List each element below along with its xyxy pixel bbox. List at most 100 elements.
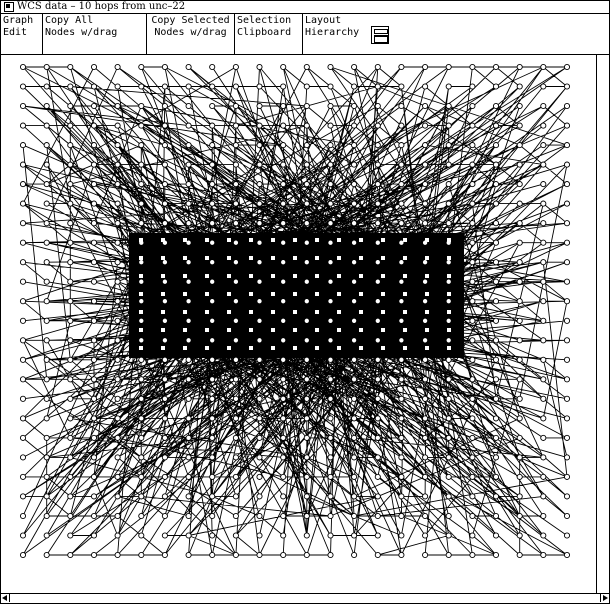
graph-node bbox=[445, 434, 452, 441]
graph-node bbox=[256, 200, 263, 207]
core-node bbox=[337, 292, 341, 296]
graph-node bbox=[398, 122, 405, 129]
core-node bbox=[183, 238, 187, 242]
graph-node bbox=[232, 434, 239, 441]
close-box-icon[interactable] bbox=[4, 2, 14, 12]
copy-selected-button[interactable]: Copy Selected Nodes w/drag bbox=[147, 14, 235, 54]
graph-node bbox=[19, 63, 27, 71]
selection-clipboard-button[interactable]: Selection Clipboard bbox=[235, 14, 303, 54]
graph-node bbox=[114, 317, 121, 324]
graph-node bbox=[161, 532, 168, 539]
graph-node bbox=[398, 454, 405, 461]
graph-node bbox=[43, 298, 50, 305]
graph-node bbox=[327, 200, 334, 207]
graph-node bbox=[327, 512, 334, 520]
horizontal-scrollbar[interactable] bbox=[1, 593, 609, 603]
graph-node bbox=[114, 512, 121, 520]
graph-node bbox=[43, 551, 50, 559]
core-node bbox=[447, 328, 451, 332]
graph-node bbox=[422, 122, 429, 129]
core-node bbox=[161, 292, 165, 296]
graph-node bbox=[161, 102, 168, 110]
graph-node bbox=[90, 356, 98, 363]
graph-edit-button[interactable]: Graph Edit bbox=[1, 14, 43, 54]
graph-node bbox=[422, 415, 429, 422]
graph-node bbox=[256, 337, 263, 344]
scroll-left-arrow-icon[interactable] bbox=[1, 594, 10, 602]
graph-node bbox=[469, 259, 476, 266]
graph-node bbox=[563, 376, 571, 383]
graph-node bbox=[114, 298, 121, 305]
core-node bbox=[249, 328, 253, 332]
graph-node bbox=[327, 473, 334, 480]
graph-node bbox=[114, 220, 121, 227]
graph-node bbox=[327, 493, 334, 500]
core-node bbox=[227, 328, 231, 332]
graph-node bbox=[398, 200, 405, 207]
graph-node bbox=[185, 142, 192, 149]
graph-node bbox=[303, 415, 310, 422]
graph-node bbox=[374, 337, 381, 344]
graph-node bbox=[469, 317, 476, 324]
graph-node bbox=[67, 337, 74, 344]
graph-node bbox=[67, 239, 74, 246]
graph-node bbox=[67, 63, 74, 71]
graph-node bbox=[327, 83, 334, 90]
copy-all-label-1: Copy All bbox=[45, 15, 94, 26]
graph-node bbox=[138, 278, 145, 285]
graph-node bbox=[90, 395, 98, 402]
core-node bbox=[359, 328, 363, 332]
graph-node bbox=[540, 434, 547, 441]
graph-node bbox=[256, 239, 263, 246]
copy-all-button[interactable]: Copy All Nodes w/drag bbox=[43, 14, 147, 54]
graph-node bbox=[374, 454, 381, 461]
graph-node bbox=[43, 356, 50, 363]
graph-node bbox=[422, 181, 429, 188]
graph-node bbox=[90, 220, 98, 227]
graph-node bbox=[67, 434, 74, 441]
layout-window-icon[interactable] bbox=[371, 26, 389, 44]
graph-node bbox=[232, 259, 239, 266]
title-bar[interactable]: WCS data – 10 hops from unc–22 bbox=[1, 1, 609, 14]
scroll-right-arrow-icon[interactable] bbox=[600, 594, 609, 602]
graph-node bbox=[516, 278, 523, 285]
graph-node bbox=[67, 200, 74, 207]
graph-node bbox=[185, 415, 192, 422]
vertical-scrollbar[interactable] bbox=[596, 55, 609, 595]
graph-canvas[interactable] bbox=[1, 55, 597, 595]
graph-node bbox=[351, 532, 358, 539]
graph-node bbox=[114, 63, 121, 71]
graph-node bbox=[469, 102, 476, 110]
graph-node bbox=[114, 181, 121, 188]
network-graph[interactable] bbox=[1, 55, 597, 595]
graph-node bbox=[209, 200, 216, 207]
graph-node bbox=[161, 551, 168, 559]
graph-node bbox=[209, 337, 216, 344]
layout-hierarchy-button[interactable]: Layout Hierarchy bbox=[303, 14, 367, 54]
graph-node bbox=[327, 376, 334, 383]
graph-node bbox=[563, 454, 571, 461]
graph-node bbox=[374, 434, 381, 441]
graph-node bbox=[492, 83, 500, 90]
graph-node bbox=[303, 376, 310, 383]
graph-node bbox=[138, 493, 145, 500]
core-node bbox=[205, 274, 209, 278]
graph-node bbox=[492, 337, 500, 344]
graph-node bbox=[138, 259, 145, 266]
graph-node bbox=[540, 356, 547, 363]
graph-node bbox=[138, 473, 145, 480]
graph-node bbox=[327, 278, 334, 285]
graph-node bbox=[19, 337, 27, 344]
core-node bbox=[315, 256, 319, 260]
graph-node bbox=[563, 512, 571, 520]
graph-node bbox=[563, 395, 571, 402]
graph-node bbox=[303, 551, 310, 559]
core-node bbox=[381, 310, 385, 314]
graph-node bbox=[43, 395, 50, 402]
graph-node bbox=[516, 356, 523, 363]
graph-node bbox=[256, 161, 263, 168]
core-node bbox=[359, 274, 363, 278]
graph-node bbox=[209, 63, 216, 71]
graph-node bbox=[351, 278, 358, 285]
graph-node bbox=[280, 298, 287, 305]
